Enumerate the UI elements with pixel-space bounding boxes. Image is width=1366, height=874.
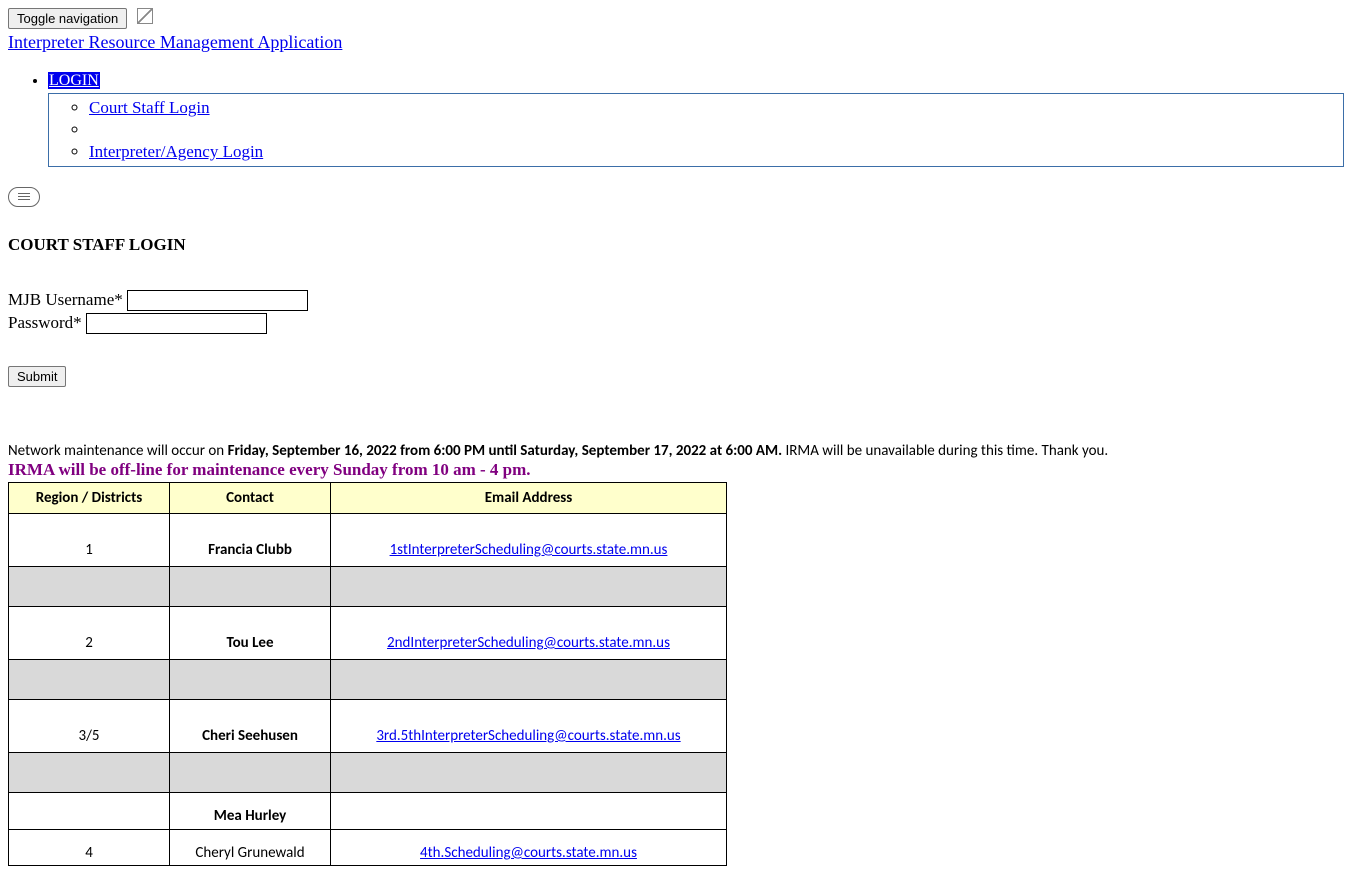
table-row: 2 Tou Lee 2ndInterpreterScheduling@court… xyxy=(9,606,727,659)
email-link[interactable]: 2ndInterpreterScheduling@courts.state.mn… xyxy=(387,634,670,652)
weekly-maintenance-notice: IRMA will be off-line for maintenance ev… xyxy=(8,460,1358,480)
nav-login-link[interactable]: LOGIN xyxy=(48,72,100,89)
password-input[interactable] xyxy=(86,313,267,334)
submit-button[interactable]: Submit xyxy=(8,366,66,387)
app-title-link[interactable]: Interpreter Resource Management Applicat… xyxy=(8,32,1358,54)
broken-image-icon xyxy=(137,8,153,24)
table-row: 3/5 Cheri Seehusen 3rd.5thInterpreterSch… xyxy=(9,699,727,752)
table-row: 4 Cheryl Grunewald 4th.Scheduling@courts… xyxy=(9,829,727,865)
th-contact: Contact xyxy=(170,482,331,513)
nav-empty-item xyxy=(89,119,1343,141)
table-row: 1 Francia Clubb 1stInterpreterScheduling… xyxy=(9,513,727,566)
maintenance-notice: Network maintenance will occur on Friday… xyxy=(8,442,1358,460)
username-label: MJB Username* xyxy=(8,290,123,309)
table-spacer xyxy=(9,752,727,792)
menu-toggle-icon[interactable] xyxy=(8,187,40,207)
th-email: Email Address xyxy=(331,482,727,513)
toggle-navigation-button[interactable]: Toggle navigation xyxy=(8,8,127,29)
page-title: COURT STAFF LOGIN xyxy=(8,235,1358,255)
email-link[interactable]: 3rd.5thInterpreterScheduling@courts.stat… xyxy=(376,727,680,745)
email-link[interactable]: 1stInterpreterScheduling@courts.state.mn… xyxy=(390,541,668,559)
table-spacer xyxy=(9,659,727,699)
nav-court-staff-login[interactable]: Court Staff Login xyxy=(89,98,210,117)
email-link[interactable]: 4th.Scheduling@courts.state.mn.us xyxy=(420,844,637,862)
table-row: Mea Hurley xyxy=(9,792,727,829)
contacts-table: Region / Districts Contact Email Address… xyxy=(8,482,727,866)
username-input[interactable] xyxy=(127,290,308,311)
password-label: Password* xyxy=(8,313,82,332)
nav-interpreter-agency-login[interactable]: Interpreter/Agency Login xyxy=(89,142,263,161)
login-submenu: Court Staff Login Interpreter/Agency Log… xyxy=(48,93,1344,167)
th-region: Region / Districts xyxy=(9,482,170,513)
table-spacer xyxy=(9,566,727,606)
